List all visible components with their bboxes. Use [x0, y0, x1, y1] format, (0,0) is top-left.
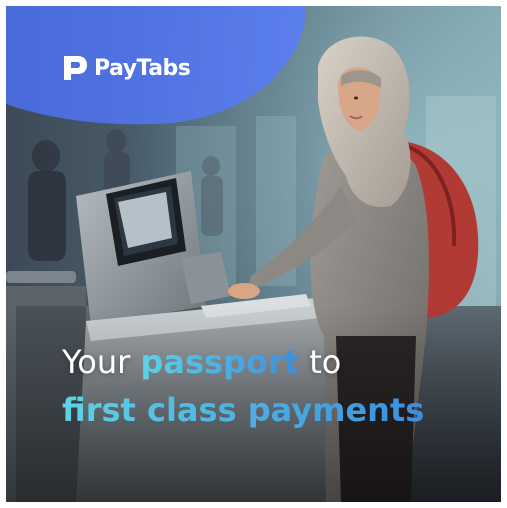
brand-name: PayTabs [94, 55, 191, 81]
headline-text-1a: Your [62, 343, 141, 381]
headline-accent-2: first class payments [62, 386, 424, 434]
headline-line-1: Your passport to [62, 338, 424, 386]
headline-accent-1: passport [140, 343, 300, 381]
headline: Your passport to first class payments [62, 338, 424, 434]
promo-banner: PayTabs Your passport to first class pay… [6, 6, 501, 502]
paytabs-logo[interactable]: PayTabs [62, 54, 191, 82]
paytabs-p-icon [64, 56, 87, 80]
headline-text-1b: to [299, 343, 342, 381]
